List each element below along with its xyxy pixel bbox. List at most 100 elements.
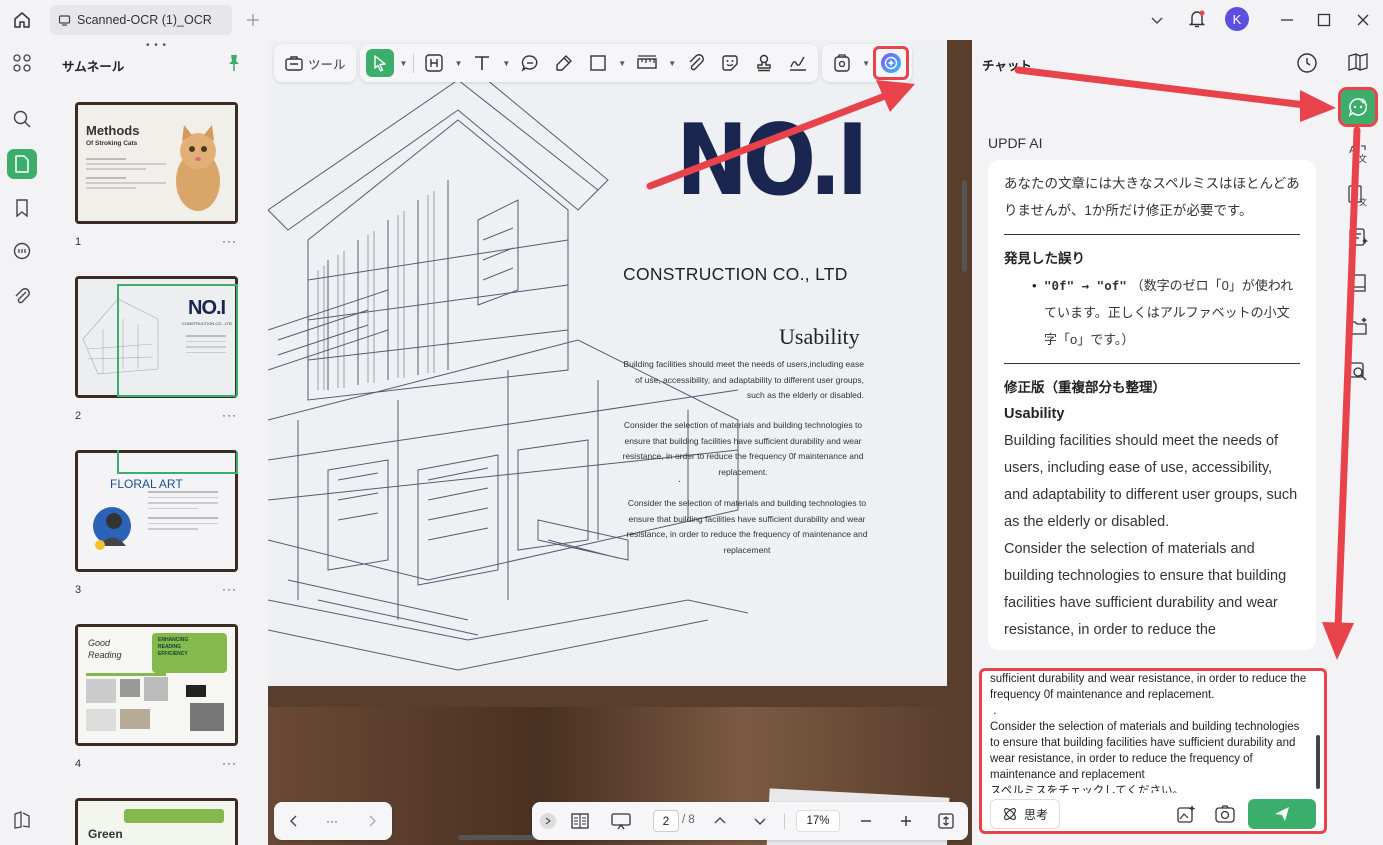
comment-tool-button[interactable] — [516, 49, 544, 77]
shape-tool-button[interactable] — [584, 49, 612, 77]
history-icon[interactable] — [1296, 52, 1318, 74]
chevron-down-icon[interactable]: ▼ — [862, 59, 870, 68]
document-tab-title: Scanned-OCR (1)_OCR — [77, 13, 212, 27]
home-icon[interactable] — [10, 8, 34, 32]
zoom-in-icon[interactable] — [892, 807, 920, 835]
document-paragraph-1: Building facilities should meet the need… — [623, 359, 864, 400]
chat-input-text[interactable]: sufficient durability and wear resistanc… — [990, 671, 1308, 793]
thumbnails-icon[interactable] — [7, 149, 37, 179]
page-thumbnail-2[interactable]: NO.I CONSTRUCTION CO., LTD — [75, 276, 238, 398]
cat-image — [170, 119, 226, 211]
comments-icon[interactable] — [7, 236, 37, 266]
thumbnail-banner — [124, 809, 224, 823]
more-pages-button[interactable]: ··· — [326, 814, 338, 828]
page-total: / 8 — [682, 814, 695, 826]
stamp-tool-button[interactable] — [750, 49, 778, 77]
search-icon[interactable] — [7, 104, 37, 134]
think-toggle-button[interactable]: 思考 — [990, 799, 1060, 829]
minimize-icon[interactable] — [1275, 8, 1299, 32]
svg-text:文: 文 — [1358, 153, 1367, 164]
tools-button[interactable]: ツール — [280, 49, 350, 77]
zoom-out-icon[interactable] — [852, 807, 880, 835]
maximize-icon[interactable] — [1312, 8, 1336, 32]
next-page-icon[interactable] — [746, 807, 774, 835]
company-name: CONSTRUCTION CO., LTD — [623, 264, 848, 284]
thumbnail-more-button[interactable]: ··· — [222, 756, 237, 770]
reader-book-icon[interactable] — [1341, 266, 1375, 300]
text-tool-button[interactable] — [468, 49, 496, 77]
ai-chat-button[interactable] — [1338, 87, 1378, 127]
measure-tool-button[interactable] — [632, 49, 662, 77]
user-avatar[interactable]: K — [1225, 7, 1249, 31]
select-tool-button[interactable] — [365, 49, 394, 77]
chevron-down-icon[interactable]: ▼ — [618, 59, 626, 68]
send-button[interactable] — [1248, 799, 1316, 829]
notification-bell-icon[interactable] — [1185, 7, 1209, 31]
sticker-tool-button[interactable] — [716, 49, 744, 77]
attachment-icon[interactable] — [7, 281, 37, 311]
summarize-icon[interactable] — [1341, 220, 1375, 254]
fit-page-icon[interactable] — [932, 807, 960, 835]
new-tab-icon[interactable] — [241, 8, 265, 32]
ai-folder-icon[interactable] — [1341, 310, 1375, 344]
atom-icon — [1004, 808, 1016, 820]
document-tab[interactable]: Scanned-OCR (1)_OCR — [50, 5, 232, 35]
heading-tool-button[interactable] — [420, 49, 448, 77]
previous-page-icon[interactable] — [706, 807, 734, 835]
thumbnail-more-button[interactable]: ··· — [222, 408, 237, 422]
chevron-down-icon[interactable]: ▼ — [668, 59, 676, 68]
input-scrollbar[interactable] — [1316, 735, 1320, 789]
page-number-input[interactable]: 2 — [653, 810, 679, 832]
ai-search-icon[interactable] — [1341, 354, 1375, 388]
signature-icon — [790, 56, 807, 71]
title-bar: Scanned-OCR (1)_OCR K — [0, 0, 1383, 40]
chevron-right-icon[interactable] — [358, 807, 386, 835]
right-sidebar-rail: A文 A文 — [1334, 40, 1383, 845]
pin-icon[interactable] — [226, 54, 242, 72]
thumbnail-more-button[interactable]: ··· — [222, 582, 237, 596]
page-thumbnail-5[interactable]: Green — [75, 798, 238, 845]
apps-grid-icon[interactable] — [7, 48, 37, 78]
collapse-handle-icon[interactable] — [540, 813, 556, 829]
thumbnail-page-number: 4 — [75, 758, 82, 770]
translate-icon[interactable]: A文 — [1341, 136, 1375, 170]
signature-tool-button[interactable] — [784, 49, 812, 77]
pen-icon — [556, 55, 572, 71]
close-icon[interactable] — [1351, 8, 1375, 32]
image-prompt-icon[interactable] — [1175, 803, 1197, 825]
page-scroll-bar: ··· — [274, 802, 392, 840]
translate-page-icon[interactable]: A文 — [1341, 178, 1375, 212]
chevron-down-icon[interactable] — [1145, 8, 1169, 32]
chevron-down-icon[interactable]: ▼ — [400, 59, 408, 68]
thumbnail-more-button[interactable]: ··· — [222, 234, 237, 248]
presentation-icon[interactable] — [606, 807, 636, 835]
vertical-scrollbar[interactable] — [962, 180, 967, 272]
book-open-icon[interactable] — [1341, 45, 1375, 79]
chevron-down-icon[interactable]: ▼ — [502, 59, 510, 68]
thumbnail-photo-grid — [86, 673, 226, 733]
ocr-tool-button[interactable] — [828, 49, 856, 77]
updf-ai-button[interactable] — [873, 46, 910, 80]
chat-input-box[interactable]: sufficient durability and wear resistanc… — [979, 668, 1327, 834]
attach-tool-button[interactable] — [682, 49, 710, 77]
rectangle-icon — [590, 55, 606, 71]
bookmark-icon[interactable] — [7, 193, 37, 223]
toolbar-divider — [413, 53, 415, 73]
page-layout-icon[interactable] — [566, 807, 594, 835]
chevron-down-icon[interactable]: ▼ — [454, 59, 462, 68]
portrait-image — [92, 501, 132, 551]
chevron-left-icon[interactable] — [280, 807, 308, 835]
panel-drag-handle[interactable]: • • • — [146, 40, 167, 51]
page-thumbnail-1[interactable]: Methods Of Stroking Cats — [75, 102, 238, 224]
document-viewer[interactable]: NO.I CONSTRUCTION CO., LTD Usability Bui… — [268, 40, 972, 845]
floating-toolbar: ツール ▼ ▼ ▼ ▼ ▼ ▼ — [274, 44, 913, 82]
page-thumbnail-3[interactable]: FLORAL ART — [75, 450, 238, 572]
page-thumbnail-4[interactable]: Good Reading ENHANCING READING EFFICIENC… — [75, 624, 238, 746]
ruler-icon — [637, 55, 657, 69]
screenshot-icon[interactable] — [1214, 803, 1236, 825]
thumbnail-text-lines — [148, 487, 218, 534]
highlight-tool-button[interactable] — [550, 49, 578, 77]
layers-icon[interactable] — [7, 805, 37, 835]
stamp-icon — [757, 54, 771, 72]
zoom-level[interactable]: 17% — [796, 810, 840, 832]
